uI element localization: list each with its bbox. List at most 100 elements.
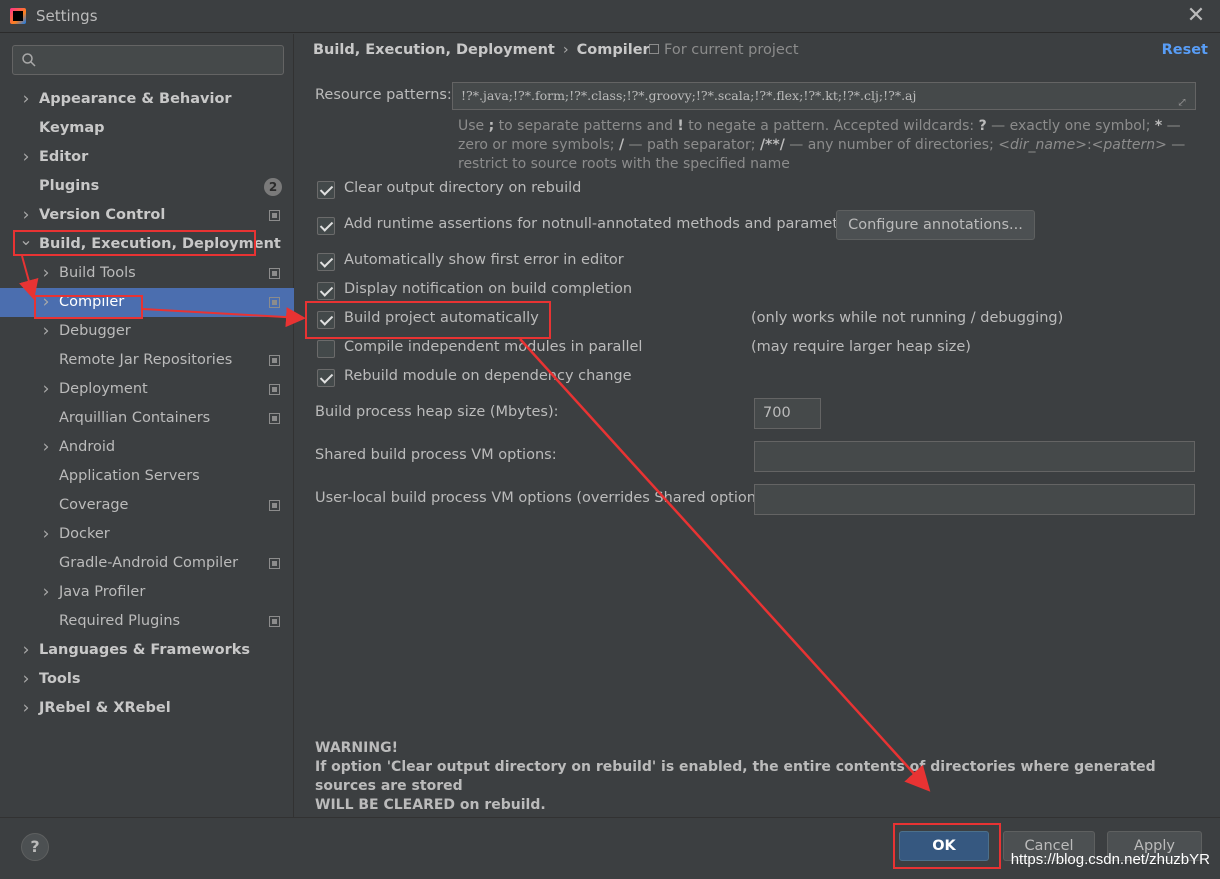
sidebar-item-gradle-android-compiler[interactable]: Gradle-Android Compiler	[0, 549, 294, 578]
clear-output-checkbox[interactable]	[317, 181, 335, 199]
close-icon[interactable]: ✕	[1184, 4, 1208, 28]
chevron-right-icon[interactable]: ›	[19, 143, 33, 172]
chevron-right-icon[interactable]: ›	[19, 636, 33, 665]
resource-patterns-value: !?*.java;!?*.form;!?*.class;!?*.groovy;!…	[461, 88, 917, 103]
sidebar-item-build-tools[interactable]: › Build Tools	[0, 259, 294, 288]
project-scope-icon	[269, 558, 280, 569]
sidebar-item-version-control[interactable]: › Version Control	[0, 201, 294, 230]
show-first-error-label: Automatically show first error in editor	[344, 252, 624, 268]
sidebar-item-label: Arquillian Containers	[59, 410, 211, 426]
help-button[interactable]: ?	[21, 833, 49, 861]
chevron-right-icon[interactable]: ›	[39, 375, 53, 404]
sidebar-item-label: Coverage	[59, 497, 129, 513]
sidebar-item-label: Remote Jar Repositories	[59, 352, 233, 368]
sidebar-item-java-profiler[interactable]: › Java Profiler	[0, 578, 294, 607]
scope-label: For current project	[664, 42, 799, 58]
show-first-error-checkbox[interactable]	[317, 253, 335, 271]
chevron-right-icon[interactable]: ›	[19, 694, 33, 723]
sidebar-item-label: Compiler	[59, 294, 125, 310]
display-notification-checkbox[interactable]	[317, 282, 335, 300]
chevron-right-icon[interactable]: ›	[39, 520, 53, 549]
sidebar-item-label: Build Tools	[59, 265, 136, 281]
project-scope-icon	[269, 355, 280, 366]
project-scope-icon	[269, 413, 280, 424]
sidebar-item-required-plugins[interactable]: Required Plugins	[0, 607, 294, 636]
user-vm-input[interactable]	[754, 484, 1195, 515]
heap-size-label: Build process heap size (Mbytes):	[315, 404, 559, 420]
sidebar-item-debugger[interactable]: › Debugger	[0, 317, 294, 346]
configure-annotations-button[interactable]: Configure annotations...	[836, 210, 1035, 240]
chevron-right-icon[interactable]: ›	[39, 578, 53, 607]
project-scope-icon	[269, 500, 280, 511]
compile-parallel-label: Compile independent modules in parallel	[344, 339, 643, 355]
breadcrumb-separator: ›	[562, 42, 569, 58]
sidebar-item-compiler[interactable]: › Compiler	[0, 288, 294, 317]
sidebar-item-build-execution-deployment[interactable]: ⌄ Build, Execution, Deployment	[0, 230, 294, 259]
shared-vm-input[interactable]	[754, 441, 1195, 472]
project-scope-icon	[269, 384, 280, 395]
sidebar-item-tools[interactable]: › Tools	[0, 665, 294, 694]
sidebar-item-languages-frameworks[interactable]: › Languages & Frameworks	[0, 636, 294, 665]
sidebar-item-keymap[interactable]: Keymap	[0, 114, 294, 143]
settings-search[interactable]	[12, 45, 284, 75]
build-automatically-note: (only works while not running / debuggin…	[751, 310, 1064, 326]
sidebar-item-arquillian-containers[interactable]: Arquillian Containers	[0, 404, 294, 433]
compile-parallel-checkbox[interactable]	[317, 340, 335, 358]
scope-indicator: For current project	[649, 42, 799, 58]
expand-icon[interactable]: ⤢	[1177, 89, 1187, 115]
build-automatically-label: Build project automatically	[344, 310, 539, 326]
heap-size-input[interactable]: 700	[754, 398, 821, 429]
display-notification-label: Display notification on build completion	[344, 281, 633, 297]
project-scope-icon	[269, 616, 280, 627]
sidebar-item-label: Plugins	[39, 178, 100, 194]
warning-line-2: WILL BE CLEARED on rebuild.	[315, 797, 546, 813]
plugins-update-badge: 2	[264, 178, 282, 196]
chevron-right-icon[interactable]: ›	[19, 85, 33, 114]
chevron-right-icon[interactable]: ›	[39, 317, 53, 346]
chevron-right-icon[interactable]: ›	[39, 259, 53, 288]
build-automatically-checkbox[interactable]	[317, 311, 335, 329]
sidebar-item-coverage[interactable]: Coverage	[0, 491, 294, 520]
sidebar-item-plugins[interactable]: Plugins 2	[0, 172, 294, 201]
sidebar-item-label: Languages & Frameworks	[39, 642, 251, 658]
intellij-app-icon	[10, 8, 26, 24]
sidebar-item-deployment[interactable]: › Deployment	[0, 375, 294, 404]
sidebar-item-editor[interactable]: › Editor	[0, 143, 294, 172]
rebuild-dependency-checkbox[interactable]	[317, 369, 335, 387]
chevron-right-icon[interactable]: ›	[39, 288, 53, 317]
sidebar-item-label: Java Profiler	[59, 584, 146, 600]
resource-patterns-label: Resource patterns:	[315, 87, 452, 103]
chevron-right-icon[interactable]: ›	[39, 433, 53, 462]
compile-parallel-note: (may require larger heap size)	[751, 339, 971, 355]
project-scope-icon	[269, 297, 280, 308]
sidebar-item-appearance-behavior[interactable]: › Appearance & Behavior	[0, 85, 294, 114]
chevron-down-icon[interactable]: ⌄	[19, 225, 33, 254]
runtime-assertions-label: Add runtime assertions for notnull-annot…	[344, 216, 861, 232]
breadcrumb-parent[interactable]: Build, Execution, Deployment	[313, 42, 555, 58]
sidebar-item-android[interactable]: › Android	[0, 433, 294, 462]
sidebar-item-application-servers[interactable]: Application Servers	[0, 462, 294, 491]
sidebar-item-label: Deployment	[59, 381, 148, 397]
runtime-assertions-checkbox[interactable]	[317, 217, 335, 235]
search-input[interactable]	[45, 50, 275, 70]
ok-button[interactable]: OK	[899, 831, 989, 861]
breadcrumb: Build, Execution, Deployment › Compiler	[313, 42, 650, 58]
window-title: Settings	[36, 7, 98, 25]
breadcrumb-current: Compiler	[576, 42, 650, 58]
user-vm-label: User-local build process VM options (ove…	[315, 490, 775, 506]
resource-patterns-field[interactable]: !?*.java;!?*.form;!?*.class;!?*.groovy;!…	[452, 82, 1196, 110]
sidebar-item-docker[interactable]: › Docker	[0, 520, 294, 549]
resource-patterns-hint: Use ; to separate patterns and ! to nega…	[458, 118, 1186, 172]
reset-link[interactable]: Reset	[1162, 42, 1208, 58]
sidebar-item-label: Keymap	[39, 120, 105, 136]
chevron-right-icon[interactable]: ›	[19, 665, 33, 694]
sidebar-item-remote-jar-repositories[interactable]: Remote Jar Repositories	[0, 346, 294, 375]
project-scope-icon	[269, 268, 280, 279]
sidebar-item-label: Docker	[59, 526, 110, 542]
sidebar-item-label: Application Servers	[59, 468, 200, 484]
settings-sidebar: › Appearance & Behavior Keymap › Editor Plugi…	[0, 34, 294, 817]
project-scope-icon	[649, 44, 659, 54]
sidebar-item-jrebel-xrebel[interactable]: › JRebel & XRebel	[0, 694, 294, 723]
settings-tree: › Appearance & Behavior Keymap › Editor Plugi…	[0, 85, 294, 723]
rebuild-dependency-label: Rebuild module on dependency change	[344, 368, 632, 384]
